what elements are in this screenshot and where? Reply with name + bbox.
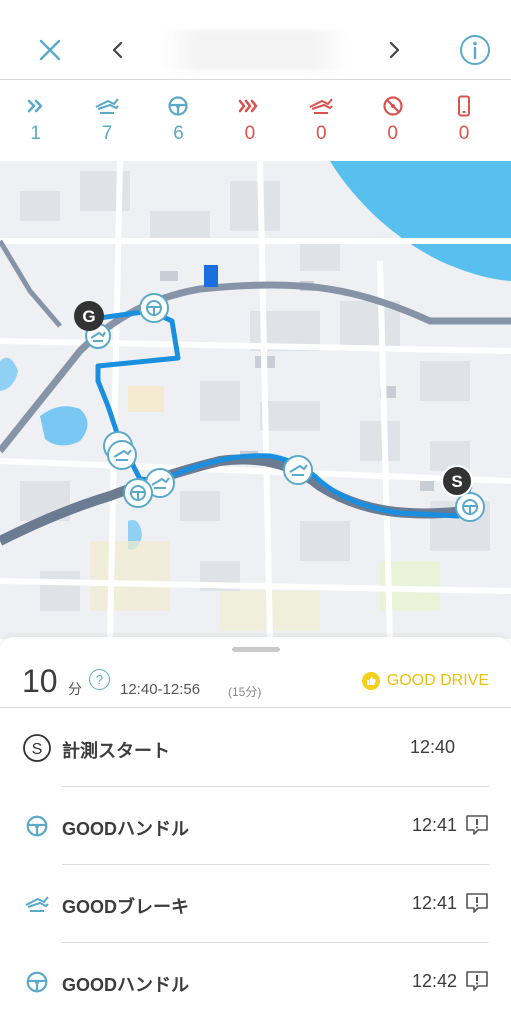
info-button[interactable] bbox=[455, 30, 495, 70]
chevron-right-icon bbox=[389, 41, 400, 59]
phone-icon bbox=[457, 95, 471, 117]
stat-count: 6 bbox=[173, 123, 184, 144]
sheet-drag-handle[interactable] bbox=[232, 647, 280, 652]
event-label: GOODハンドル bbox=[62, 819, 190, 839]
event-stats-bar: 1 7 6 0 0 0 0 bbox=[0, 81, 511, 161]
event-label: GOODハンドル bbox=[62, 975, 190, 995]
feedback-icon[interactable] bbox=[465, 970, 489, 992]
steering-wheel-icon bbox=[22, 811, 52, 841]
trip-detail-sheet: 10 分 ? 12:40-12:56 (15分) GOOD DRIVE S 計測… bbox=[0, 637, 511, 1024]
park bbox=[90, 541, 170, 611]
event-row-good-handle[interactable]: GOODハンドル 12:42 bbox=[0, 943, 511, 1021]
goal-marker-label: G bbox=[82, 307, 95, 326]
route-map[interactable]: G S bbox=[0, 161, 511, 639]
trip-time-range: 12:40-12:56 bbox=[120, 681, 201, 698]
stat-count: 0 bbox=[387, 123, 398, 144]
stat-good-acceleration[interactable]: 1 bbox=[0, 81, 71, 161]
trip-title-blurred bbox=[160, 30, 350, 70]
event-row-good-brake[interactable]: GOODブレーキ 12:41 bbox=[0, 865, 511, 943]
app: 1 7 6 0 0 0 0 G S 10 分 ? 12:40-12:56 (15… bbox=[0, 0, 511, 1024]
event-row-good-handle[interactable]: GOODハンドル 12:41 bbox=[0, 787, 511, 865]
stat-count: 0 bbox=[315, 123, 327, 144]
stat-count: 1 bbox=[30, 123, 41, 144]
event-time: 12:42 bbox=[411, 971, 457, 991]
event-label: GOODブレーキ bbox=[62, 897, 190, 917]
event-time: 12:41 bbox=[411, 893, 457, 913]
trip-summary: 10 分 ? 12:40-12:56 (15分) GOOD DRIVE bbox=[0, 659, 511, 707]
stat-bad-acceleration[interactable]: 0 bbox=[214, 81, 285, 161]
stat-bad-handle[interactable]: 0 bbox=[357, 81, 428, 161]
brake-icon bbox=[22, 889, 52, 919]
steering-wheel-icon bbox=[22, 967, 52, 997]
steering-wheel-icon bbox=[167, 95, 189, 117]
feedback-icon[interactable] bbox=[465, 892, 489, 914]
event-time: 12:40 bbox=[409, 737, 455, 757]
header bbox=[0, 0, 511, 80]
thumbs-up-icon bbox=[361, 672, 380, 690]
sudden-brake-icon bbox=[308, 95, 334, 117]
brake-icon bbox=[94, 95, 120, 117]
event-time: 12:41 bbox=[411, 815, 457, 835]
close-icon bbox=[39, 39, 61, 61]
drive-grade-label: GOOD DRIVE bbox=[386, 672, 489, 689]
stat-phone-usage[interactable]: 0 bbox=[428, 81, 499, 161]
info-icon bbox=[460, 35, 490, 65]
stat-good-brake[interactable]: 7 bbox=[71, 81, 142, 161]
help-icon[interactable]: ? bbox=[89, 669, 110, 690]
stat-good-handle[interactable]: 6 bbox=[143, 81, 214, 161]
goal-marker[interactable]: G bbox=[74, 301, 104, 331]
start-marker-label: S bbox=[451, 472, 462, 491]
event-label: 計測スタート bbox=[62, 741, 170, 761]
sharp-turn-icon bbox=[382, 95, 404, 117]
acceleration-icon bbox=[26, 95, 46, 117]
chevron-left-icon bbox=[112, 41, 123, 59]
start-marker[interactable]: S bbox=[441, 465, 473, 497]
feedback-icon[interactable] bbox=[465, 814, 489, 836]
stat-bad-brake[interactable]: 0 bbox=[286, 81, 357, 161]
stat-count: 0 bbox=[244, 123, 256, 144]
trip-duration: (15分) bbox=[228, 685, 262, 699]
event-list: S 計測スタート 12:40 GOODハンドル 12:41 GOODブレーキ 1… bbox=[0, 709, 511, 1021]
rapid-acceleration-icon bbox=[238, 95, 262, 117]
lake bbox=[40, 406, 88, 446]
route-highlight bbox=[204, 265, 218, 287]
stat-count: 7 bbox=[101, 123, 113, 144]
start-icon: S bbox=[22, 733, 52, 763]
svg-text:S: S bbox=[32, 741, 43, 758]
event-row-start[interactable]: S 計測スタート 12:40 bbox=[0, 709, 511, 787]
next-trip-button[interactable] bbox=[374, 30, 414, 70]
trip-score: 10 bbox=[22, 663, 58, 699]
score-unit: 分 bbox=[68, 681, 82, 697]
divider bbox=[0, 707, 511, 708]
previous-trip-button[interactable] bbox=[98, 30, 138, 70]
stat-count: 0 bbox=[458, 123, 470, 144]
close-button[interactable] bbox=[30, 30, 70, 70]
park bbox=[128, 386, 164, 412]
drive-grade: GOOD DRIVE bbox=[361, 671, 489, 691]
